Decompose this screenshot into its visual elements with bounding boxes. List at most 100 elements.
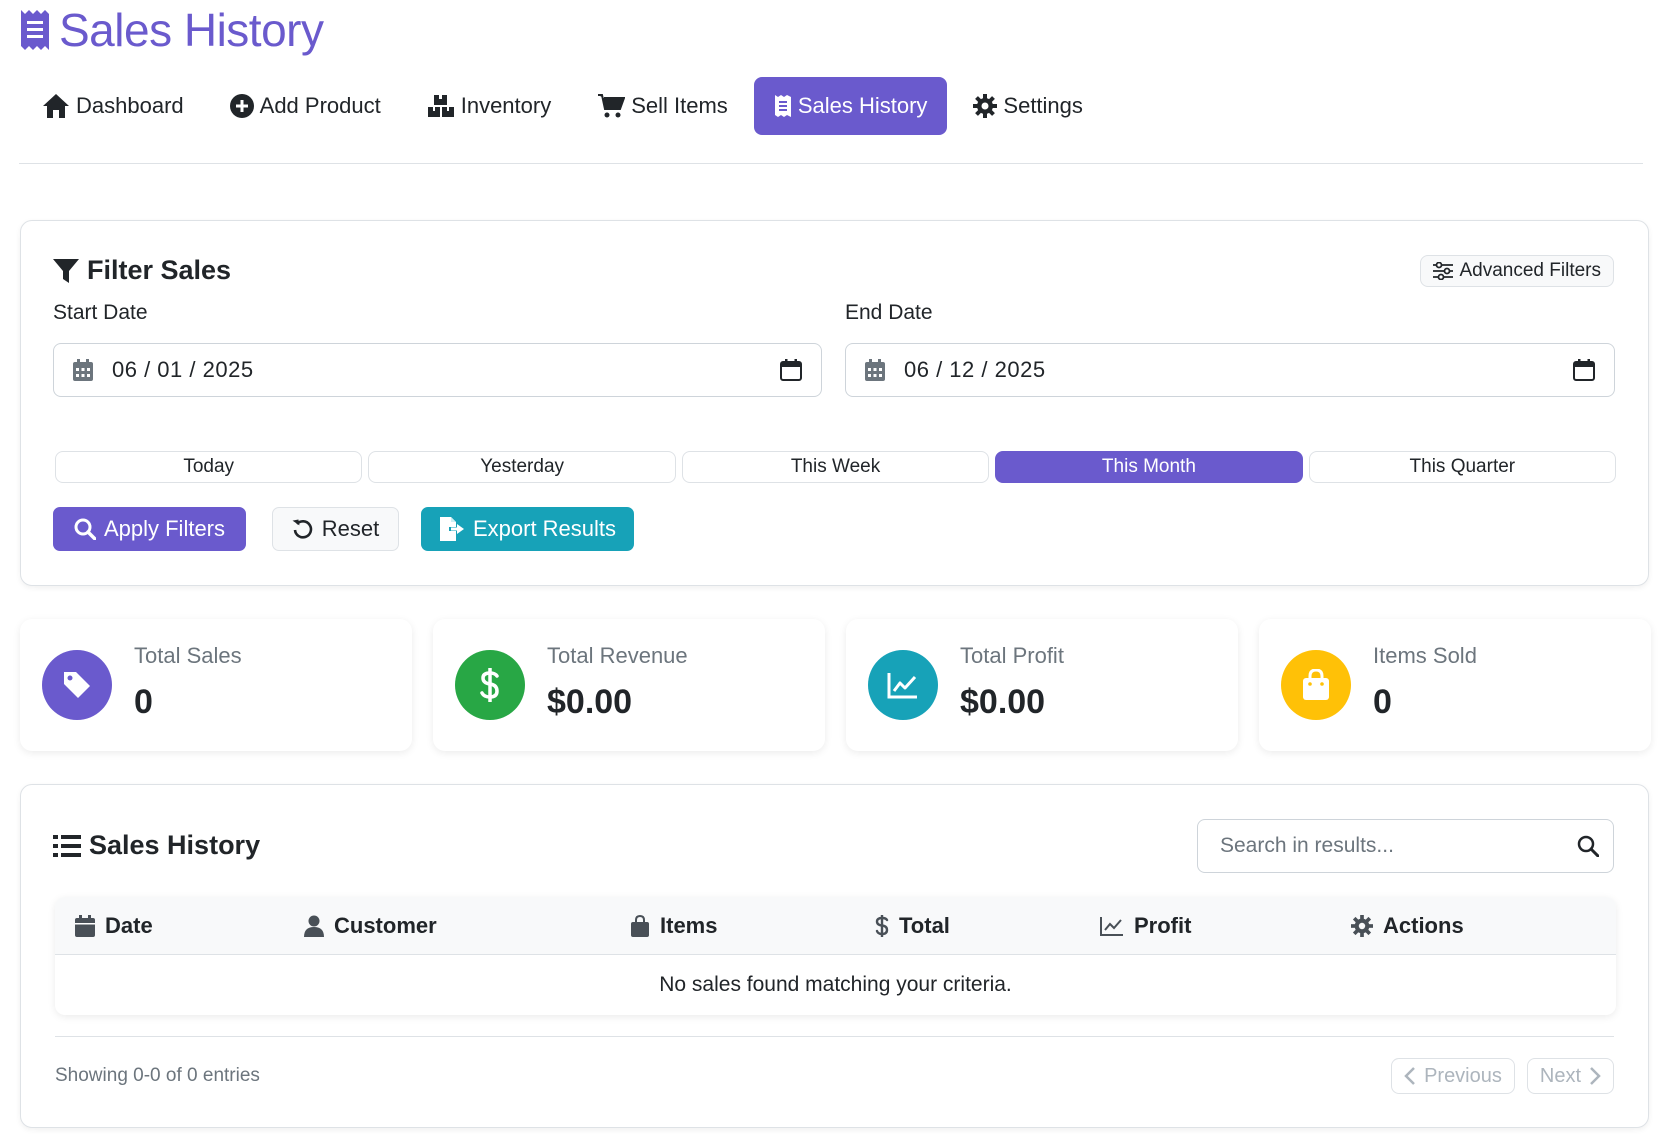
end-date-input[interactable]: 06 / 12 / 2025: [845, 343, 1615, 397]
chevron-left-icon: [1404, 1067, 1416, 1085]
nav-label: Inventory: [460, 93, 552, 118]
start-date-input[interactable]: 06 / 01 / 2025: [53, 343, 822, 397]
nav-label: Dashboard: [76, 93, 184, 118]
reset-label: Reset: [321, 516, 380, 541]
quick-this-quarter-button[interactable]: This Quarter: [1308, 451, 1617, 483]
receipt-icon: [19, 8, 51, 52]
calendar-icon: [75, 915, 95, 937]
tag-icon: [42, 650, 112, 720]
stat-total-sales: Total Sales 0: [20, 619, 412, 751]
nav-dashboard[interactable]: Dashboard: [22, 77, 204, 135]
cart-icon: [597, 93, 626, 119]
previous-page-button[interactable]: Previous: [1391, 1058, 1515, 1094]
page-title: Sales History: [59, 4, 324, 56]
list-icon: [53, 834, 81, 858]
reset-button[interactable]: Reset: [272, 507, 399, 551]
nav-sell-items[interactable]: Sell Items: [577, 77, 748, 135]
history-title: Sales History: [53, 830, 260, 861]
advanced-filters-button[interactable]: Advanced Filters: [1420, 255, 1614, 287]
column-items[interactable]: Items: [630, 897, 717, 955]
history-title-text: Sales History: [89, 830, 261, 860]
column-label: Items: [660, 913, 718, 938]
column-label: Date: [105, 913, 153, 938]
stat-label: Items Sold: [1373, 643, 1477, 668]
calendar-prefix-icon: [846, 359, 904, 381]
column-date[interactable]: Date: [75, 897, 153, 955]
quick-yesterday-button[interactable]: Yesterday: [368, 451, 676, 483]
previous-label: Previous: [1424, 1064, 1502, 1087]
column-label: Actions: [1383, 913, 1464, 938]
start-date-value: 06 / 01 / 2025: [112, 357, 254, 382]
export-results-label: Export Results: [472, 516, 617, 541]
filter-card: Filter Sales Advanced Filters Start Date…: [20, 220, 1649, 586]
search-placeholder: Search in results...: [1220, 834, 1394, 857]
file-export-icon: [439, 517, 465, 541]
app-header: Sales History: [19, 4, 324, 56]
stat-label: Total Sales: [134, 643, 242, 668]
entries-count: Showing 0-0 of 0 entries: [55, 1065, 260, 1086]
nav-add-product[interactable]: Add Product: [210, 77, 401, 135]
search-icon[interactable]: [1577, 835, 1599, 857]
advanced-filters-label: Advanced Filters: [1459, 260, 1601, 281]
stat-value: $0.00: [547, 683, 633, 721]
nav-settings[interactable]: Settings: [953, 77, 1103, 135]
calendar-picker-icon[interactable]: [761, 359, 821, 381]
column-customer[interactable]: Customer: [304, 897, 437, 955]
apply-filters-button[interactable]: Apply Filters: [53, 507, 246, 551]
empty-state-message: No sales found matching your criteria.: [659, 973, 1012, 996]
dollar-icon: [875, 914, 889, 938]
column-label: Customer: [334, 913, 437, 938]
stat-items-sold: Items Sold 0: [1259, 619, 1651, 751]
column-label: Total: [899, 913, 950, 938]
stat-value: $0.00: [960, 683, 1046, 721]
user-icon: [304, 915, 324, 937]
chart-line-icon: [1100, 916, 1124, 936]
home-icon: [42, 93, 70, 119]
chart-line-icon: [868, 650, 938, 720]
column-total[interactable]: Total: [875, 897, 950, 955]
stat-label: Total Profit: [960, 643, 1064, 668]
search-icon: [74, 518, 96, 540]
main-nav: Dashboard Add Product Inventory Sell Ite…: [22, 77, 1109, 135]
bag-icon: [630, 915, 650, 937]
search-input[interactable]: Search in results...: [1197, 819, 1614, 873]
start-date-label: Start Date: [53, 301, 148, 324]
shopping-bag-icon: [1281, 650, 1351, 720]
filter-title-text: Filter Sales: [87, 255, 232, 285]
quick-range-group: Today Yesterday This Week This Month Thi…: [55, 451, 1617, 483]
next-page-button[interactable]: Next: [1526, 1058, 1614, 1094]
table-header: Date Customer Items Total Profit Actions: [55, 897, 1616, 955]
column-label: Profit: [1134, 913, 1192, 938]
filter-title: Filter Sales: [53, 255, 231, 286]
nav-label: Settings: [1003, 93, 1083, 118]
column-actions[interactable]: Actions: [1351, 897, 1464, 955]
calendar-picker-icon[interactable]: [1554, 359, 1614, 381]
nav-inventory[interactable]: Inventory: [407, 77, 572, 135]
end-date-label: End Date: [845, 301, 933, 324]
end-date-value: 06 / 12 / 2025: [904, 357, 1046, 382]
quick-today-button[interactable]: Today: [55, 451, 363, 483]
nav-label: Sell Items: [631, 93, 728, 118]
stat-value: 0: [134, 683, 153, 721]
quick-this-month-button[interactable]: This Month: [995, 451, 1303, 483]
column-profit[interactable]: Profit: [1100, 897, 1191, 955]
nav-sales-history[interactable]: Sales History: [753, 77, 948, 135]
nav-label: Add Product: [259, 93, 381, 118]
stat-label: Total Revenue: [547, 643, 688, 668]
receipt-icon: [774, 94, 792, 118]
stat-total-profit: Total Profit $0.00: [846, 619, 1238, 751]
pagination: Previous Next: [1391, 1058, 1614, 1094]
sales-history-card: Sales History Search in results... Date …: [20, 784, 1649, 1128]
export-results-button[interactable]: Export Results: [421, 507, 634, 551]
gear-icon: [973, 94, 998, 118]
quick-this-week-button[interactable]: This Week: [681, 451, 990, 483]
next-label: Next: [1539, 1064, 1581, 1087]
nav-divider: [19, 163, 1643, 164]
calendar-prefix-icon: [54, 359, 112, 381]
nav-label: Sales History: [797, 93, 928, 118]
gear-icon: [1351, 915, 1373, 937]
sales-table: Date Customer Items Total Profit Actions: [55, 897, 1616, 1015]
boxes-icon: [427, 94, 455, 118]
footer-divider: [55, 1036, 1614, 1037]
apply-filters-label: Apply Filters: [103, 516, 226, 541]
